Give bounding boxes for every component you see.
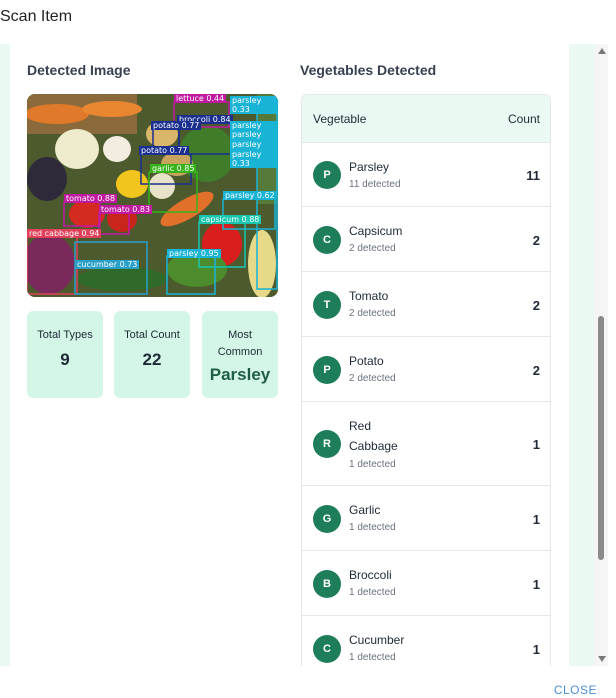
box-label: potato 0.77 [139, 146, 190, 155]
vegetable-name: Red Cabbage [349, 419, 398, 453]
vegetable-avatar: P [313, 355, 341, 384]
vegetable-avatar: G [313, 504, 341, 533]
vegetable-avatar: C [313, 634, 341, 663]
vegetable-avatar: T [313, 290, 341, 319]
box-label: tomato 0.88 [64, 194, 118, 203]
vegetable-detected-count: 2 detected [349, 308, 396, 319]
table-row: C Capsicum 2 detected 2 [302, 207, 550, 272]
vegetable-avatar: R [313, 430, 341, 458]
table-row: G Garlic 1 detected 1 [302, 486, 550, 551]
table-header: Vegetable Count [302, 95, 550, 143]
stat-value: Parsley [209, 365, 271, 384]
dialog-content: Detected Image lettuce 0.44 parsley 0.33… [0, 44, 594, 666]
scroll-down-icon[interactable] [598, 656, 606, 662]
scroll-thumb[interactable] [598, 316, 604, 560]
vegetable-detected-count: 11 detected [349, 179, 401, 190]
stat-label: Most Common [217, 329, 263, 358]
dialog-title: Scan Item [0, 8, 73, 25]
vegetable-count: 1 [532, 576, 540, 592]
box-label: potato 0.77 [151, 121, 202, 130]
stat-label: Total Types [37, 329, 93, 341]
scrollbar[interactable] [594, 44, 608, 666]
box-label: capsicum 0.88 [199, 215, 262, 224]
header-vegetable: Vegetable [313, 112, 367, 126]
box-label: parsley 0.95 [167, 249, 221, 258]
detected-image: lettuce 0.44 parsley 0.33 broccoli 0.84 … [27, 94, 278, 297]
box-label: tomato 0.83 [99, 205, 153, 214]
vegetable-detected-count: 1 detected [349, 459, 396, 470]
vegetable-count: 1 [532, 641, 540, 657]
box-label: red cabbage 0.94 [27, 229, 102, 238]
vegetable-count: 1 [532, 511, 540, 527]
vegetable-name: Garlic [349, 503, 381, 517]
box-label: cucumber 0.73 [75, 260, 140, 269]
box-label: lettuce 0.44 [174, 94, 227, 103]
vegetables-table: Vegetable Count P Parsley 11 detected 11 C Ca… [301, 94, 551, 666]
close-button[interactable]: CLOSE [554, 683, 597, 697]
scroll-up-icon[interactable] [598, 48, 606, 54]
table-row: B Broccoli 1 detected 1 [302, 551, 550, 616]
table-body: P Parsley 11 detected 11 C Capsicum 2 detected… [302, 143, 550, 666]
vegetable-detected-count: 1 detected [349, 522, 396, 533]
table-row: P Potato 2 detected 2 [302, 337, 550, 402]
vegetable-name: Broccoli [349, 568, 392, 582]
detection-labels: lettuce 0.44 parsley 0.33 broccoli 0.84 … [27, 94, 278, 297]
stat-value: 9 [60, 350, 70, 369]
scan-result-panel: Detected Image lettuce 0.44 parsley 0.33… [10, 44, 569, 666]
table-row: P Parsley 11 detected 11 [302, 143, 550, 207]
vegetable-count: 1 [532, 437, 540, 452]
box-label: garlic 0.85 [150, 164, 197, 173]
stat-value: 22 [142, 350, 162, 369]
box-label: parsley 0.33 [230, 150, 278, 168]
box-label: parsley 0.62 [223, 191, 277, 200]
vegetable-count: 2 [532, 297, 540, 313]
vegetable-name: Capsicum [349, 224, 403, 238]
vegetable-count: 2 [532, 232, 540, 248]
vegetable-detected-count: 2 detected [349, 373, 396, 384]
stat-label: Total Count [124, 329, 180, 341]
vegetable-name: Parsley [349, 160, 390, 174]
stat-total-count: Total Count 22 [114, 311, 190, 398]
stat-total-types: Total Types 9 [27, 311, 103, 398]
vegetable-count: 2 [532, 362, 540, 378]
vegetable-name: Tomato [349, 289, 389, 303]
vegetable-detected-count: 1 detected [349, 652, 396, 663]
box-label: parsley 0.33 [230, 96, 278, 114]
vegetable-avatar: B [313, 569, 341, 598]
vegetable-avatar: C [313, 225, 341, 254]
table-row: R Red Cabbage 1 detected 1 [302, 402, 550, 486]
vegetable-count: 11 [526, 168, 540, 183]
vegetable-name: Cucumber [349, 633, 405, 647]
table-row: C Cucumber 1 detected 1 [302, 616, 550, 666]
vegetable-name: Potato [349, 354, 384, 368]
table-row: T Tomato 2 detected 2 [302, 272, 550, 337]
detected-image-title: Detected Image [27, 62, 131, 78]
vegetable-detected-count: 1 detected [349, 587, 396, 598]
vegetables-title: Vegetables Detected [300, 62, 437, 78]
vegetable-detected-count: 2 detected [349, 243, 396, 254]
vegetable-avatar: P [313, 161, 341, 189]
stat-most-common: Most Common Parsley [202, 311, 278, 398]
header-count: Count [507, 112, 540, 126]
